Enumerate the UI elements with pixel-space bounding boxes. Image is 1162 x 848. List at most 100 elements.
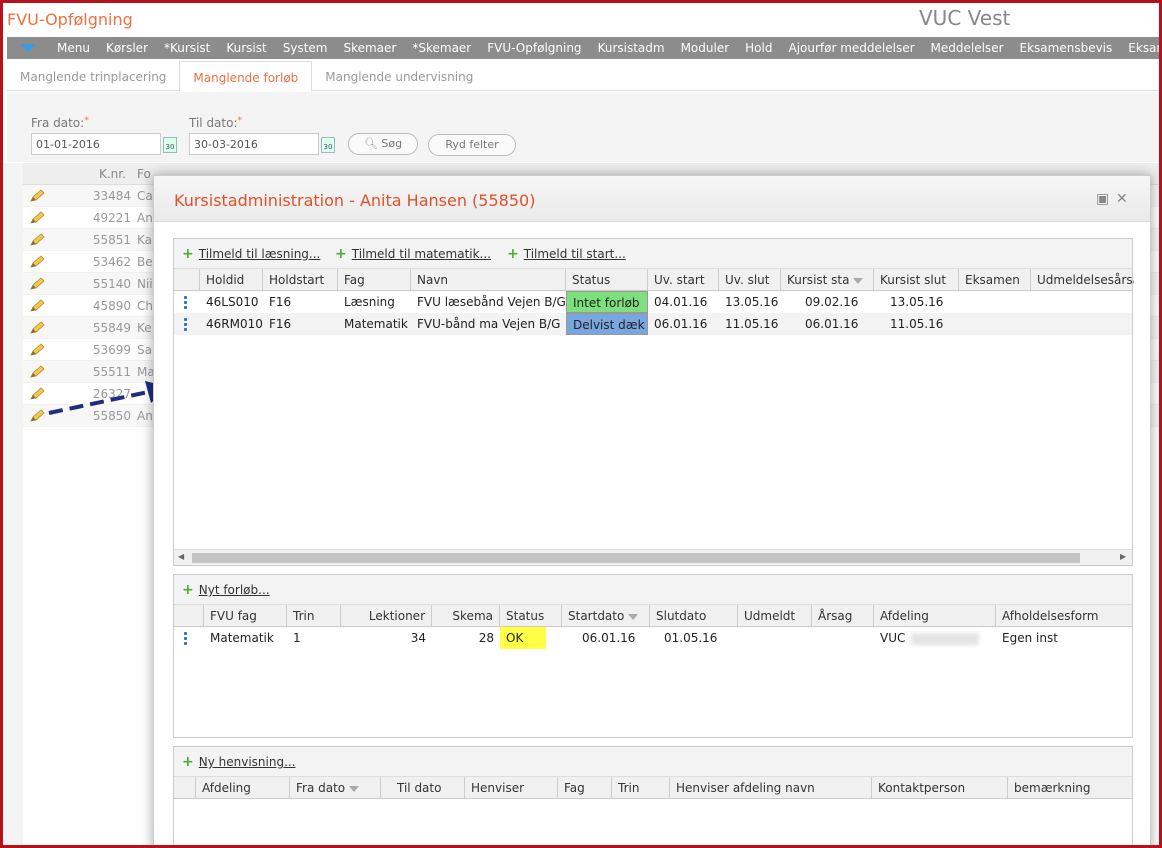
col-holdid[interactable]: Holdid	[200, 269, 263, 291]
table-row[interactable]: 46LS010 F16 Læsning FVU læsebånd Vejen B/G I…	[174, 291, 1132, 313]
scroll-right-icon[interactable]: ▶	[1120, 552, 1126, 561]
tab-manglende-trinplacering[interactable]: Manglende trinplacering	[7, 61, 179, 90]
from-date-label-text: Fra dato:	[31, 116, 85, 130]
sort-desc-icon	[628, 613, 639, 620]
col-eksamen[interactable]: Eksamen	[959, 269, 1031, 291]
col-henviser-afdeling-navn[interactable]: Henviser afdeling navn	[670, 777, 872, 799]
enroll-math-label: Tilmeld til matematik...	[351, 247, 491, 261]
new-forlob-link[interactable]: + Nyt forløb...	[182, 582, 270, 598]
col-uv-start[interactable]: Uv. start	[648, 269, 719, 291]
col-kursist-slut[interactable]: Kursist slut	[874, 269, 959, 291]
col-fra-dato[interactable]: Fra dato	[290, 777, 381, 799]
menu-item-korsler[interactable]: Kørsler	[98, 41, 156, 55]
edit-pencil-icon[interactable]	[29, 189, 45, 203]
col-fag[interactable]: Fag	[558, 777, 612, 799]
menu-item-fvu-opfolgning[interactable]: FVU-Opfølgning	[479, 41, 589, 55]
edit-pencil-icon[interactable]	[29, 299, 45, 313]
enroll-start-link[interactable]: + Tilmeld til start...	[507, 246, 626, 262]
student-name: Sa	[137, 343, 152, 357]
menu-item-ajourfor[interactable]: Ajourfør meddelelser	[780, 41, 922, 55]
col-lektioner[interactable]: Lektioner	[341, 605, 432, 627]
col-udmeldelsesarsag[interactable]: Udmeldelsesårsa	[1031, 269, 1134, 291]
row-menu-icon[interactable]	[184, 632, 187, 647]
from-date-calendar-icon[interactable]: 30	[163, 137, 177, 153]
cell-fvu-fag: Matematik	[210, 631, 274, 645]
afdeling-text: VUC	[880, 631, 906, 645]
new-henvisning-link[interactable]: + Ny henvisning...	[182, 754, 296, 770]
cell-holdstart: F16	[269, 295, 292, 309]
col-bemaerkning[interactable]: bemærkning	[1008, 777, 1134, 799]
menu-item-kursist[interactable]: Kursist	[218, 41, 274, 55]
from-date-input[interactable]	[31, 133, 161, 155]
henvisning-grid-header: Afdeling Fra dato Til dato Henviser Fag …	[174, 777, 1132, 799]
edit-pencil-icon[interactable]	[29, 277, 45, 291]
col-fag[interactable]: Fag	[338, 269, 411, 291]
col-status[interactable]: Status	[566, 269, 648, 291]
col-afdeling[interactable]: Afdeling	[874, 605, 996, 627]
row-menu-icon[interactable]	[184, 318, 187, 333]
student-number: 55140	[92, 277, 131, 291]
menu-item-eksamensbevis[interactable]: Eksamensbevis	[1012, 41, 1121, 55]
col-kursist-start[interactable]: Kursist sta	[781, 269, 874, 291]
menu-item-menu[interactable]: Menu	[49, 41, 98, 55]
menu-item-eksamensplan[interactable]: Eksamensplan	[1120, 41, 1159, 55]
close-icon[interactable]: ✕	[1116, 191, 1128, 207]
menu-item-star-skemaer[interactable]: *Skemaer	[404, 41, 479, 55]
col-skema[interactable]: Skema	[432, 605, 500, 627]
col-kontaktperson[interactable]: Kontaktperson	[872, 777, 1008, 799]
menu-item-star-kursist[interactable]: *Kursist	[156, 41, 218, 55]
to-date-calendar-icon[interactable]: 30	[321, 137, 335, 153]
col-udmeldt[interactable]: Udmeldt	[738, 605, 812, 627]
sort-desc-icon	[853, 277, 864, 284]
tab-manglende-undervisning[interactable]: Manglende undervisning	[312, 61, 486, 90]
cell-holdid: 46RM010	[206, 317, 263, 331]
col-slutdato[interactable]: Slutdato	[650, 605, 738, 627]
col-afdeling[interactable]: Afdeling	[196, 777, 290, 799]
col-uv-slut[interactable]: Uv. slut	[719, 269, 781, 291]
scrollbar-thumb[interactable]	[192, 553, 1080, 563]
enroll-reading-link[interactable]: + Tilmeld til læsning...	[182, 246, 320, 262]
cell-kursist-start: 09.02.16	[805, 295, 859, 309]
edit-pencil-icon[interactable]	[29, 343, 45, 357]
col-holdstart[interactable]: Holdstart	[263, 269, 338, 291]
cell-skema: 28	[478, 631, 494, 645]
table-row[interactable]: 46RM010 F16 Matematik FVU-bånd ma Vejen B/G…	[174, 313, 1132, 335]
cell-uv-start: 06.01.16	[654, 317, 708, 331]
col-til-dato[interactable]: Til dato	[381, 777, 465, 799]
col-trin[interactable]: Trin	[612, 777, 670, 799]
plus-icon: +	[507, 246, 519, 262]
edit-pencil-icon[interactable]	[29, 321, 45, 335]
col-henviser[interactable]: Henviser	[465, 777, 558, 799]
tab-manglende-forlob[interactable]: Manglende forløb	[179, 61, 313, 92]
menu-item-skemaer[interactable]: Skemaer	[335, 41, 404, 55]
col-navn[interactable]: Navn	[411, 269, 566, 291]
menu-item-system[interactable]: System	[275, 41, 336, 55]
col-trin[interactable]: Trin	[287, 605, 341, 627]
col-startdato[interactable]: Startdato	[562, 605, 650, 627]
table-row[interactable]: Matematik 1 34 28 OK 06.01.16 01.05.16 VUC Egen …	[174, 627, 1132, 649]
col-fvu-fag[interactable]: FVU fag	[204, 605, 287, 627]
hold-horizontal-scrollbar[interactable]: ◀ ▶	[174, 549, 1132, 565]
col-arsag[interactable]: Årsag	[812, 605, 874, 627]
edit-pencil-icon[interactable]	[29, 233, 45, 247]
cell-status: Delvist dæk	[566, 313, 648, 335]
menu-item-moduler[interactable]: Moduler	[673, 41, 738, 55]
enroll-math-link[interactable]: + Tilmeld til matematik...	[335, 246, 491, 262]
left-gutter	[3, 163, 23, 845]
menu-item-meddelelser[interactable]: Meddelelser	[923, 41, 1012, 55]
clear-fields-button[interactable]: Ryd felter	[428, 134, 516, 156]
row-menu-icon[interactable]	[184, 296, 187, 311]
cell-startdato: 06.01.16	[582, 631, 636, 645]
menu-item-kursistadm[interactable]: Kursistadm	[590, 41, 673, 55]
edit-pencil-icon[interactable]	[29, 211, 45, 225]
maximize-icon[interactable]: ▣	[1096, 191, 1109, 207]
col-status[interactable]: Status	[500, 605, 562, 627]
menu-item-hold[interactable]: Hold	[737, 41, 780, 55]
scroll-left-icon[interactable]: ◀	[178, 552, 184, 561]
new-henvisning-label: Ny henvisning...	[198, 755, 296, 769]
menu-dropdown-icon[interactable]	[21, 43, 35, 53]
search-button[interactable]: 🔍︎ Søg	[348, 133, 418, 155]
col-afholdelsesform[interactable]: Afholdelsesform	[996, 605, 1134, 627]
edit-pencil-icon[interactable]	[29, 255, 45, 269]
to-date-input[interactable]	[189, 133, 319, 155]
